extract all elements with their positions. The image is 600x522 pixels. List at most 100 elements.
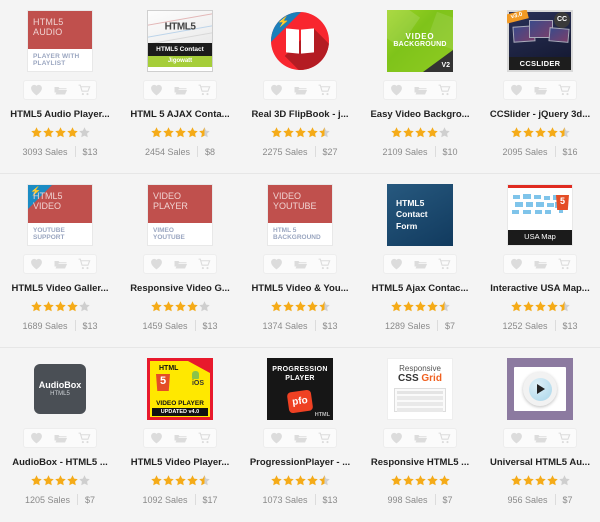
product-card[interactable]: HTML5 AUDIO PLAYER WITH PLAYLIST HTML5 Audio… <box>0 0 120 173</box>
product-title[interactable]: Interactive USA Map... <box>484 283 596 294</box>
product-card[interactable]: HTML 5 iOS VIDEO PLAYER UPDATED v4.0 HTML5 Vi… <box>120 348 240 521</box>
favorite-icon[interactable] <box>30 258 43 271</box>
favorite-icon[interactable] <box>150 84 163 97</box>
product-card[interactable]: v3.0 CC CCSLIDER CCSlider - jQuery 3d... 209… <box>480 0 600 173</box>
product-card[interactable]: 5 USA Map Interactive USA Map... 1252 Sales… <box>480 174 600 347</box>
collection-icon[interactable] <box>534 84 547 97</box>
product-title[interactable]: HTML 5 AJAX Conta... <box>124 109 236 120</box>
favorite-icon[interactable] <box>390 258 403 271</box>
collection-icon[interactable] <box>294 258 307 271</box>
cart-icon[interactable] <box>78 84 91 97</box>
cart-icon[interactable] <box>318 84 331 97</box>
collection-icon[interactable] <box>54 84 67 97</box>
collection-icon[interactable] <box>414 84 427 97</box>
product-title[interactable]: AudioBox - HTML5 ... <box>4 457 116 468</box>
favorite-icon[interactable] <box>30 84 43 97</box>
cart-icon[interactable] <box>558 432 571 445</box>
thumb-line-2: AUDIO <box>33 27 63 38</box>
meta-divider <box>194 494 196 505</box>
favorite-icon[interactable] <box>510 258 523 271</box>
thumbnail-link[interactable]: HTML5 HTML5 Contact Jigowatt <box>142 8 218 74</box>
cart-icon[interactable] <box>438 258 451 271</box>
collection-icon[interactable] <box>174 258 187 271</box>
product-card[interactable]: PROGRESSION PLAYER pfo HTML ProgressionPlaye… <box>240 348 360 521</box>
collection-icon[interactable] <box>534 258 547 271</box>
product-title[interactable]: HTML5 Video & You... <box>244 283 356 294</box>
product-title[interactable]: HTML5 Video Player... <box>124 457 236 468</box>
favorite-icon[interactable] <box>390 432 403 445</box>
product-title[interactable]: CCSlider - jQuery 3d... <box>484 109 596 120</box>
product-card[interactable]: ⚡ HTML5 VIDEO YOUTUBE SUPPORT HTML5 Video Gal… <box>0 174 120 347</box>
product-card[interactable]: Universal HTML5 Au... 956 Sales $7 <box>480 348 600 521</box>
product-card[interactable]: VIDEO YOUTUBE HTML 5 BACKGROUND HTML5 Video … <box>240 174 360 347</box>
thumbnail-link[interactable]: 5 USA Map <box>502 182 578 248</box>
product-card[interactable]: VIDEO PLAYER VIMEO YOUTUBE Responsive Video … <box>120 174 240 347</box>
collection-icon[interactable] <box>54 432 67 445</box>
favorite-icon[interactable] <box>270 432 283 445</box>
favorite-icon[interactable] <box>510 84 523 97</box>
favorite-icon[interactable] <box>270 258 283 271</box>
product-card[interactable]: Responsive CSS Grid Responsive HTML5 ... 99… <box>360 348 480 521</box>
thumbnail-link[interactable]: ⚡ HTML5 VIDEO YOUTUBE SUPPORT <box>22 182 98 248</box>
collection-icon[interactable] <box>174 84 187 97</box>
favorite-icon[interactable] <box>150 258 163 271</box>
product-title[interactable]: HTML5 Video Galler... <box>4 283 116 294</box>
cart-icon[interactable] <box>318 258 331 271</box>
cart-icon[interactable] <box>78 258 91 271</box>
thumbnail-link[interactable]: HTML5 Contact Form <box>382 182 458 248</box>
cart-icon[interactable] <box>318 432 331 445</box>
product-card[interactable]: AudioBox HTML5 AudioBox - HTML5 ... 1205 Sa… <box>0 348 120 521</box>
product-title[interactable]: Universal HTML5 Au... <box>484 457 596 468</box>
collection-icon[interactable] <box>54 258 67 271</box>
thumbnail-link[interactable]: HTML5 AUDIO PLAYER WITH PLAYLIST <box>22 8 98 74</box>
cart-icon[interactable] <box>198 84 211 97</box>
collection-icon[interactable] <box>414 258 427 271</box>
thumbnail-link[interactable]: ⚡ <box>262 8 338 74</box>
product-card[interactable]: HTML5 HTML5 Contact Jigowatt HTML 5 AJAX Co… <box>120 0 240 173</box>
thumbnail-link[interactable] <box>502 356 578 422</box>
sales-count: 1459 Sales <box>142 320 188 331</box>
collection-icon[interactable] <box>294 84 307 97</box>
cart-icon[interactable] <box>438 84 451 97</box>
collection-icon[interactable] <box>534 432 547 445</box>
cart-icon[interactable] <box>438 432 451 445</box>
cart-icon[interactable] <box>558 84 571 97</box>
product-title[interactable]: Real 3D FlipBook - j... <box>244 109 356 120</box>
product-title[interactable]: ProgressionPlayer - ... <box>244 457 356 468</box>
favorite-icon[interactable] <box>30 432 43 445</box>
thumbnail-link[interactable]: v3.0 CC CCSLIDER <box>502 8 578 74</box>
thumbnail-link[interactable]: PROGRESSION PLAYER pfo HTML <box>262 356 338 422</box>
product-title[interactable]: HTML5 Audio Player... <box>4 109 116 120</box>
product-title[interactable]: Responsive Video G... <box>124 283 236 294</box>
product-card[interactable]: ⚡ Real 3D FlipBook - j... 2275 Sales $27 <box>240 0 360 173</box>
sales-count: 1092 Sales <box>142 494 188 505</box>
product-card[interactable]: HTML5 Contact Form HTML5 Ajax Contac... 1289… <box>360 174 480 347</box>
thumbnail-link[interactable]: Responsive CSS Grid <box>382 356 458 422</box>
cart-icon[interactable] <box>558 258 571 271</box>
meta-divider <box>434 146 436 157</box>
favorite-icon[interactable] <box>390 84 403 97</box>
thumbnail-link[interactable]: AudioBox HTML5 <box>22 356 98 422</box>
favorite-icon[interactable] <box>270 84 283 97</box>
cart-icon[interactable] <box>198 432 211 445</box>
collection-icon[interactable] <box>414 432 427 445</box>
product-card[interactable]: VIDEO BACKGROUND V2 Easy Video Backgro... 21… <box>360 0 480 173</box>
favorite-icon[interactable] <box>150 432 163 445</box>
thumbnail-link[interactable]: HTML 5 iOS VIDEO PLAYER UPDATED v4.0 <box>142 356 218 422</box>
thumb-line-2: BACKGROUND <box>393 41 447 49</box>
product-title[interactable]: Responsive HTML5 ... <box>364 457 476 468</box>
thumbnail-link[interactable]: VIDEO PLAYER VIMEO YOUTUBE <box>142 182 218 248</box>
thumbnail-link[interactable]: VIDEO BACKGROUND V2 <box>382 8 458 74</box>
product-title[interactable]: HTML5 Ajax Contac... <box>364 283 476 294</box>
thumb-line-1: VIDEO <box>273 191 302 201</box>
cart-icon[interactable] <box>198 258 211 271</box>
collection-icon[interactable] <box>294 432 307 445</box>
thumbnail-image: ⚡ HTML5 VIDEO YOUTUBE SUPPORT <box>27 184 93 246</box>
meta-divider <box>554 146 556 157</box>
favorite-icon[interactable] <box>510 432 523 445</box>
product-title[interactable]: Easy Video Backgro... <box>364 109 476 120</box>
thumbnail-link[interactable]: VIDEO YOUTUBE HTML 5 BACKGROUND <box>262 182 338 248</box>
product-row: AudioBox HTML5 AudioBox - HTML5 ... 1205 Sa… <box>0 348 600 522</box>
cart-icon[interactable] <box>78 432 91 445</box>
collection-icon[interactable] <box>174 432 187 445</box>
